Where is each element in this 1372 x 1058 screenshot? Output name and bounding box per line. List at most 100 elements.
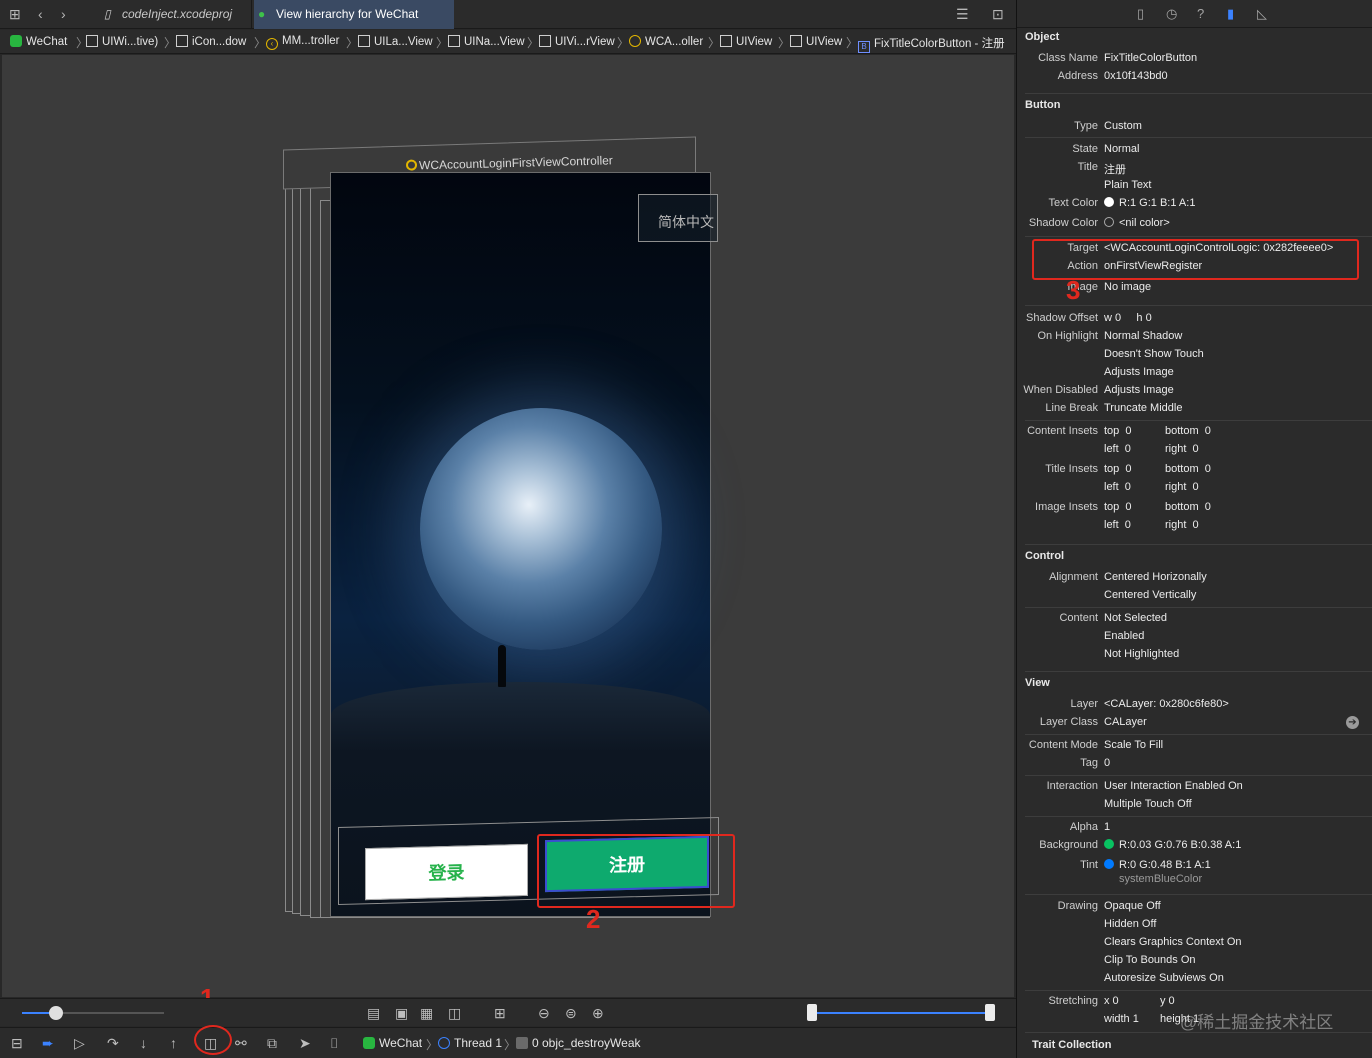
row-key: Drawing bbox=[1057, 900, 1098, 912]
row-key: Image Insets bbox=[1035, 501, 1098, 513]
login-button[interactable]: 登录 bbox=[365, 843, 528, 901]
section-trait-collection: Trait Collection bbox=[1032, 1039, 1112, 1051]
crumb-uinav-view[interactable]: UINa...View bbox=[448, 35, 525, 48]
crumb-uiview-1[interactable]: UIView bbox=[720, 35, 772, 48]
tab-view-hierarchy[interactable]: ● View hierarchy for WeChat bbox=[254, 0, 454, 29]
divider bbox=[1025, 990, 1372, 991]
help-inspector-icon[interactable]: ? bbox=[1197, 6, 1204, 21]
row-content: Content Not Selected bbox=[1017, 612, 1372, 630]
forward-icon[interactable]: › bbox=[61, 6, 66, 22]
history-inspector-icon[interactable]: ◷ bbox=[1166, 6, 1177, 22]
arrow-right-circle-icon[interactable]: ➔ bbox=[1346, 716, 1359, 729]
row-value: CALayer bbox=[1104, 716, 1147, 728]
simulate-location-icon[interactable]: ➤ bbox=[299, 1035, 311, 1052]
crumb-uilayout-view[interactable]: UILa...View bbox=[358, 35, 433, 48]
crumb-wca-controller[interactable]: WCA...oller bbox=[629, 35, 703, 48]
show-clipped-icon[interactable]: ▤ bbox=[367, 1005, 380, 1022]
section-control: Control bbox=[1025, 550, 1065, 562]
file-inspector-icon[interactable]: ▯ bbox=[1137, 6, 1144, 22]
row-content-mode: Content Mode Scale To Fill bbox=[1017, 739, 1372, 757]
row-value: R:0 G:0.48 B:1 A:1 bbox=[1104, 859, 1211, 871]
row-value: Adjusts Image bbox=[1104, 366, 1174, 378]
highlight-box-register bbox=[537, 834, 735, 908]
row-key: Tint bbox=[1080, 859, 1098, 871]
camera-icon[interactable]: ⌷ bbox=[330, 1035, 338, 1052]
breakpoints-icon[interactable]: ➨ bbox=[42, 1035, 54, 1052]
crumb-icon-window[interactable]: iCon...dow bbox=[176, 35, 246, 48]
crumb-uiview-2[interactable]: UIView bbox=[790, 35, 842, 48]
row-value: Centered Vertically bbox=[1104, 589, 1197, 601]
range-slider-thumb-left[interactable] bbox=[807, 1004, 817, 1021]
row-value: x 0 bbox=[1104, 995, 1119, 1007]
row-value: right 0 bbox=[1165, 443, 1199, 455]
grid-icon[interactable]: ⊞ bbox=[9, 6, 21, 23]
row-title-kind: Plain Text bbox=[1017, 179, 1372, 197]
row-content-2: Enabled bbox=[1017, 630, 1372, 648]
add-editor-icon[interactable]: ⊡ bbox=[992, 6, 1004, 23]
hide-debug-area-icon[interactable]: ⊟ bbox=[11, 1035, 23, 1052]
environment-overrides-icon[interactable]: ⧉ bbox=[267, 1035, 277, 1052]
row-class-name: Class Name FixTitleColorButton bbox=[1017, 52, 1372, 70]
row-interaction-2: Multiple Touch Off bbox=[1017, 798, 1372, 816]
crumb-wechat[interactable]: WeChat bbox=[10, 35, 67, 48]
row-title-insets: Title Insets top 0 bottom 0 bbox=[1017, 463, 1372, 481]
row-value: Normal Shadow bbox=[1104, 330, 1183, 342]
row-key: Content Mode bbox=[1028, 739, 1098, 751]
row-text-color: Text Color R:1 G:1 B:1 A:1 bbox=[1017, 197, 1372, 215]
crumb-label: WCA...oller bbox=[645, 36, 704, 48]
crumb-uiview-rview[interactable]: UIVi...rView bbox=[539, 35, 615, 48]
divider bbox=[1025, 775, 1372, 776]
crumb-label: UIVi...rView bbox=[555, 36, 615, 48]
zoom-actual-icon[interactable]: ⊜ bbox=[565, 1005, 577, 1022]
orient-3d-icon[interactable]: ⊞ bbox=[494, 1005, 506, 1022]
step-out-icon[interactable]: ↑ bbox=[170, 1035, 177, 1051]
row-value: R:1 G:1 B:1 A:1 bbox=[1104, 197, 1195, 209]
crumb-mm-controller[interactable]: ‹ MM...troller bbox=[266, 35, 340, 50]
step-over-icon[interactable]: ↷ bbox=[107, 1035, 119, 1052]
divider bbox=[1025, 816, 1372, 817]
debug-crumb-app[interactable]: WeChat bbox=[363, 1036, 422, 1050]
editor-options-icon[interactable]: ☰ bbox=[956, 6, 969, 23]
size-inspector-icon[interactable]: ◺ bbox=[1257, 6, 1267, 22]
row-value: top 0 bbox=[1104, 425, 1132, 437]
content-mode-icon[interactable]: ▦ bbox=[420, 1005, 433, 1022]
crumb-label: FixTitleColorButton - 注册 bbox=[874, 38, 1005, 50]
object-inspector-icon[interactable]: ▮ bbox=[1227, 6, 1234, 22]
spacing-slider-thumb[interactable] bbox=[49, 1006, 63, 1020]
watermark: @稀土掘金技术社区 bbox=[1180, 1013, 1334, 1032]
row-on-highlight: On Highlight Normal Shadow bbox=[1017, 330, 1372, 348]
chevron-right-icon: 〉 bbox=[527, 36, 540, 50]
crumb-fix-title-button[interactable]: B FixTitleColorButton - 注册 bbox=[858, 35, 1005, 53]
highlight-box-target-action bbox=[1032, 239, 1359, 280]
row-key: Alpha bbox=[1069, 821, 1098, 833]
range-slider-thumb-right[interactable] bbox=[985, 1004, 995, 1021]
memory-graph-icon[interactable]: ⚯ bbox=[235, 1035, 247, 1052]
row-shadow-color: Shadow Color <nil color> bbox=[1017, 217, 1372, 235]
range-slider-track[interactable] bbox=[810, 1012, 990, 1014]
row-key: Shadow Color bbox=[1028, 217, 1098, 229]
row-value: Scale To Fill bbox=[1104, 739, 1164, 751]
row-image-insets: Image Insets top 0 bottom 0 bbox=[1017, 501, 1372, 519]
row-key: Layer bbox=[1070, 698, 1098, 710]
row-line-break: Line Break Truncate Middle bbox=[1017, 402, 1372, 420]
step-into-icon[interactable]: ↓ bbox=[140, 1035, 147, 1051]
row-value: Autoresize Subviews On bbox=[1104, 972, 1224, 984]
zoom-out-icon[interactable]: ⊖ bbox=[538, 1005, 550, 1022]
row-value: Not Highlighted bbox=[1104, 648, 1180, 660]
tab-xcodeproj[interactable]: ▯ codeInject.xcodeproj bbox=[100, 0, 252, 29]
show-constraints-icon[interactable]: ▣ bbox=[395, 1005, 408, 1022]
row-value: Doesn't Show Touch bbox=[1104, 348, 1204, 360]
zoom-in-icon[interactable]: ⊕ bbox=[592, 1005, 604, 1022]
earth-image bbox=[420, 408, 662, 650]
back-icon[interactable]: ‹ bbox=[38, 6, 43, 22]
row-key: Address bbox=[1057, 70, 1098, 82]
change-perspective-icon[interactable]: ◫ bbox=[448, 1005, 461, 1022]
empty-swatch-icon bbox=[1104, 217, 1114, 227]
crumb-uiwindow[interactable]: UIWi...tive) bbox=[86, 35, 158, 48]
continue-icon[interactable]: ▷ bbox=[74, 1035, 85, 1052]
row-drawing: Drawing Opaque Off bbox=[1017, 900, 1372, 918]
row-value: Normal bbox=[1104, 143, 1140, 155]
debug-crumb-thread[interactable]: Thread 1 bbox=[438, 1036, 502, 1050]
row-interaction: Interaction User Interaction Enabled On bbox=[1017, 780, 1372, 798]
debug-crumb-frame[interactable]: 0 objc_destroyWeak bbox=[516, 1036, 641, 1050]
